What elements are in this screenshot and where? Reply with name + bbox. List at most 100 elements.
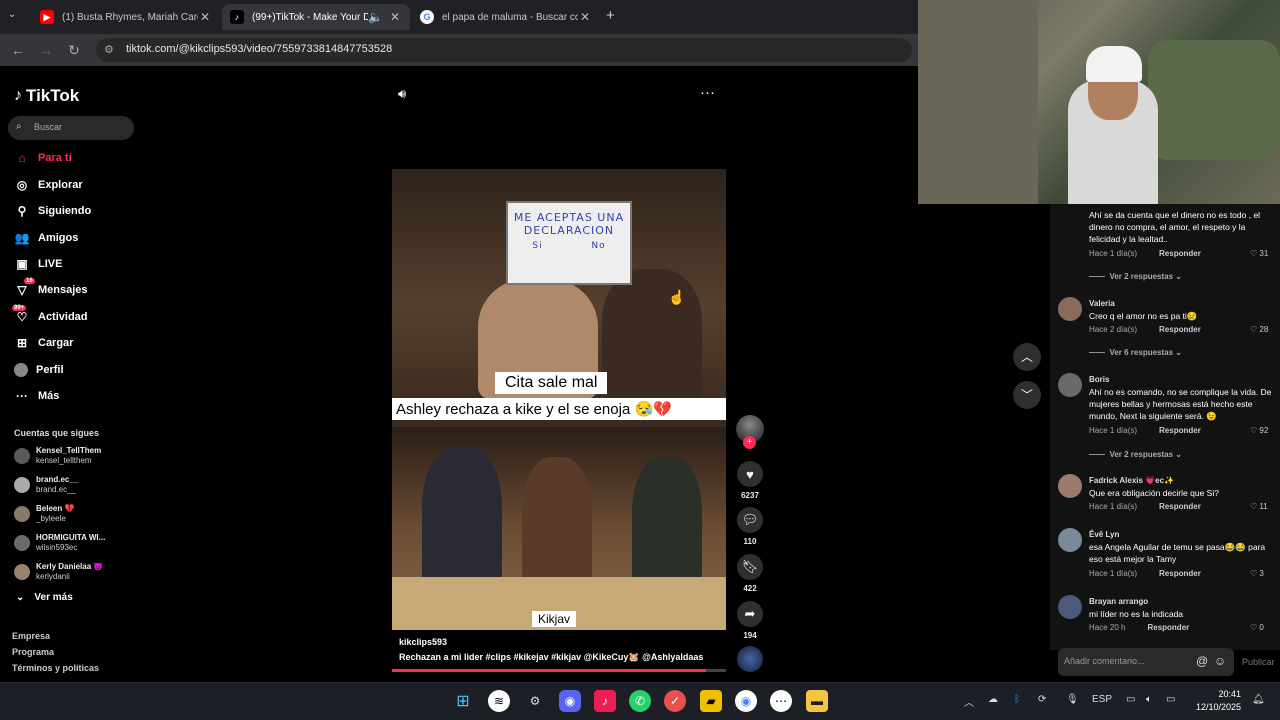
tab-google[interactable]: G el papa de maluma - Buscar con ✕: [412, 4, 600, 30]
whatsapp-icon[interactable]: ✆: [629, 690, 651, 712]
footer-link-empresa[interactable]: Empresa: [12, 631, 50, 641]
tab-list-chevron-icon[interactable]: ⌄: [8, 9, 16, 20]
following-account[interactable]: Kensel_TellThem kensel_tellthem: [14, 444, 101, 468]
battery-icon[interactable]: ▭: [1166, 694, 1175, 705]
reload-icon[interactable]: ↻: [64, 40, 84, 60]
sticky-notes-icon[interactable]: ▰: [700, 690, 722, 712]
comment-meta: Hace 20 h Responder: [1089, 623, 1189, 632]
app-icon[interactable]: ⚙: [524, 690, 546, 712]
volume-tray-icon[interactable]: 🔈︎: [1146, 694, 1152, 705]
avatar[interactable]: [1058, 474, 1082, 498]
mention-icon[interactable]: @: [1196, 654, 1208, 668]
discord-icon[interactable]: ◉: [559, 690, 581, 712]
windows-start-icon[interactable]: ⊞: [452, 690, 474, 712]
notification-icon[interactable]: 🔔︎: [1252, 694, 1265, 705]
tiktok-app-icon[interactable]: ♪: [594, 690, 616, 712]
comment-author[interactable]: Êvê Lyn: [1089, 530, 1119, 539]
reply-button[interactable]: Responder: [1159, 569, 1201, 578]
close-tab-icon[interactable]: ✕: [198, 10, 212, 24]
app-icon[interactable]: ≋: [488, 690, 510, 712]
sidebar-item-explorar[interactable]: ◎ Explorar: [14, 176, 83, 194]
publish-button[interactable]: Publicar: [1242, 657, 1275, 667]
avatar[interactable]: [1058, 595, 1082, 619]
tiktok-logo[interactable]: ♪ TikTok: [14, 86, 79, 106]
reply-button[interactable]: Responder: [1159, 325, 1201, 334]
tray-app-icon[interactable]: ⟳: [1038, 694, 1046, 705]
microphone-icon[interactable]: 🎙︎: [1066, 694, 1079, 705]
volume-icon[interactable]: 🔊︎: [398, 86, 406, 102]
reply-button[interactable]: Responder: [1159, 502, 1201, 511]
see-more-button[interactable]: ⌄ Ver más: [16, 592, 73, 603]
comment-author[interactable]: Boris: [1089, 375, 1109, 384]
network-icon[interactable]: ▭: [1126, 694, 1135, 705]
video-username[interactable]: kikclips593: [399, 637, 447, 647]
keyboard-language[interactable]: ESP: [1092, 694, 1112, 705]
mute-tab-icon[interactable]: 🔈: [368, 10, 383, 24]
comment-like[interactable]: ♡ 28: [1250, 325, 1268, 334]
video-player[interactable]: ME ACEPTAS UNA DECLARACION Si No Cita sa…: [392, 169, 726, 630]
view-replies-button[interactable]: —— Ver 6 respuestas ⌄: [1089, 348, 1182, 357]
sidebar-item-mensajes[interactable]: ▽ 16 Mensajes: [14, 278, 88, 299]
messages-badge: 16: [24, 278, 35, 284]
tab-tiktok[interactable]: ♪ (99+)TikTok - Make Your Day 🔈 ✕: [222, 4, 410, 30]
reply-button[interactable]: Responder: [1147, 623, 1189, 632]
next-video-chevron-down-icon[interactable]: ﹀: [1013, 381, 1041, 409]
forward-arrow-icon[interactable]: →: [36, 40, 56, 60]
more-options-icon[interactable]: ···: [700, 84, 715, 101]
close-tab-icon[interactable]: ✕: [388, 10, 402, 24]
like-button[interactable]: ♥ 6237: [737, 461, 763, 500]
sidebar-item-para-ti[interactable]: ⌂ Para ti: [14, 149, 71, 167]
comment-author[interactable]: Valeria: [1089, 299, 1115, 308]
emoji-icon[interactable]: ☺: [1214, 654, 1226, 668]
sidebar-item-cargar[interactable]: ⊞ Cargar: [14, 334, 74, 352]
sidebar-item-siguiendo[interactable]: ⚲ Siguiendo: [14, 202, 92, 220]
following-account[interactable]: HORMIGUITA WI... wilsin593ec: [14, 531, 105, 555]
comment-like[interactable]: ♡ 92: [1250, 426, 1268, 435]
comment-button[interactable]: 💬︎ 110: [737, 507, 763, 546]
comment-like[interactable]: ♡ 3: [1250, 569, 1264, 578]
music-disc-icon[interactable]: [737, 646, 763, 672]
avatar[interactable]: [1058, 373, 1082, 397]
footer-link-programa[interactable]: Programa: [12, 647, 54, 657]
tab-youtube[interactable]: ▶ (1) Busta Rhymes, Mariah Carey ✕: [32, 4, 220, 30]
comment-like[interactable]: ♡ 31: [1250, 249, 1268, 258]
view-replies-button[interactable]: —— Ver 2 respuestas ⌄: [1089, 272, 1182, 281]
sidebar-item-perfil[interactable]: Perfil: [14, 361, 64, 379]
site-info-icon[interactable]: ⚙: [104, 43, 114, 56]
new-tab-button[interactable]: +: [606, 7, 615, 24]
reply-button[interactable]: Responder: [1159, 426, 1201, 435]
avatar[interactable]: [1058, 297, 1082, 321]
bluetooth-icon[interactable]: ᛒ: [1014, 694, 1020, 705]
share-button[interactable]: ➦ 194: [737, 601, 763, 640]
previous-video-chevron-up-icon[interactable]: ︿: [1013, 343, 1041, 371]
sidebar-item-mas[interactable]: ··· Más: [14, 387, 59, 405]
footer-link-terminos[interactable]: Términos y políticas: [12, 663, 99, 673]
reply-button[interactable]: Responder: [1159, 249, 1201, 258]
tray-app-icon[interactable]: ☁: [988, 694, 998, 705]
search-input[interactable]: [8, 116, 134, 140]
view-replies-button[interactable]: —— Ver 2 respuestas ⌄: [1089, 450, 1182, 459]
url-text[interactable]: tiktok.com/@kikclips593/video/7559733814…: [126, 43, 392, 55]
following-account[interactable]: Kerly Danielaa 😈 kerlydanii: [14, 560, 103, 584]
following-account[interactable]: brand.ec__ brand.ec__: [14, 473, 78, 497]
app-icon[interactable]: ✓: [664, 690, 686, 712]
tab-title: el papa de maluma - Buscar con: [442, 11, 578, 23]
chrome-icon[interactable]: ◉: [735, 690, 757, 712]
follow-plus-button[interactable]: +: [743, 436, 756, 449]
avatar[interactable]: [1058, 528, 1082, 552]
sidebar-item-amigos[interactable]: 👥 Amigos: [14, 229, 79, 247]
comment-like[interactable]: ♡ 0: [1250, 623, 1264, 632]
app-icon[interactable]: ⋯: [770, 690, 792, 712]
comment-like[interactable]: ♡ 11: [1250, 502, 1268, 511]
comment-author[interactable]: Brayan arrango: [1089, 597, 1148, 606]
file-explorer-icon[interactable]: ▬: [806, 690, 828, 712]
sidebar-item-live[interactable]: ▣ LIVE: [14, 255, 62, 273]
close-tab-icon[interactable]: ✕: [578, 10, 592, 24]
comment-author[interactable]: Fadrick Alexis 💗ec✨: [1089, 476, 1174, 485]
save-button[interactable]: 🔖︎ 422: [737, 554, 763, 593]
chevron-up-icon[interactable]: ︿: [964, 694, 974, 709]
following-account[interactable]: Beleen 💔 _byleele: [14, 502, 74, 526]
taskbar-clock[interactable]: 20:41 12/10/2025: [1196, 688, 1241, 714]
sidebar-item-actividad[interactable]: ♡ 99+ Actividad: [12, 305, 88, 326]
back-arrow-icon[interactable]: ←: [8, 40, 28, 60]
